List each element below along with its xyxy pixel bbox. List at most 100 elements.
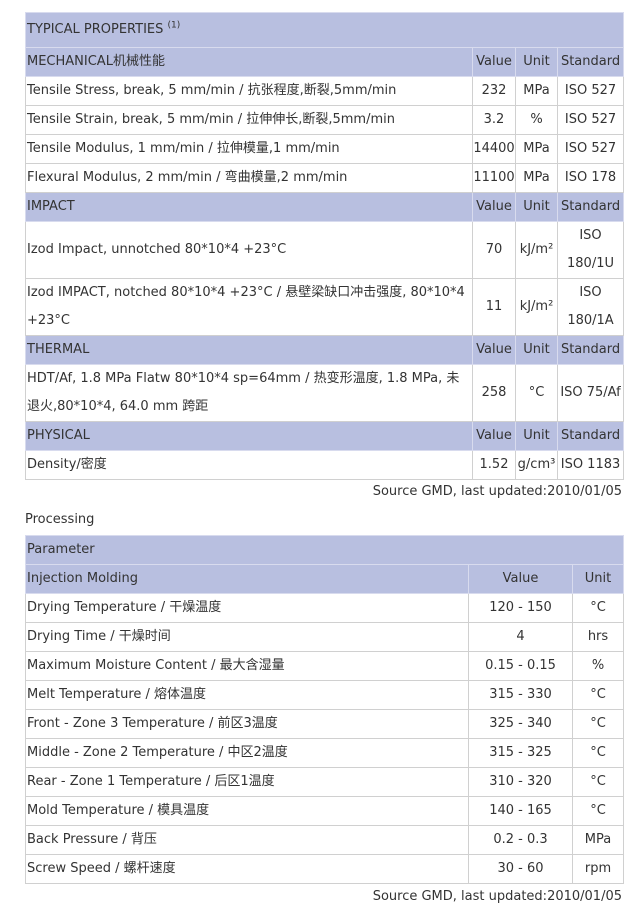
property-unit: MPa: [515, 163, 558, 193]
processing-label-cell: Melt Temperature / 熔体温度: [25, 680, 469, 710]
property-standard: ISO 180/1U: [556, 221, 625, 279]
property-label: Density/密度: [25, 450, 473, 480]
processing-unit: °C: [572, 680, 624, 710]
processing-row: Drying Time / 干燥时间 4 hrs: [25, 622, 624, 652]
col-standard-header: Standard: [556, 192, 625, 222]
processing-label-cell: Maximum Moisture Content / 最大含湿量: [25, 651, 469, 681]
section-header-row: IMPACT Value Unit Standard: [25, 192, 625, 222]
processing-unit: %: [572, 651, 624, 681]
processing-col-unit: Unit: [572, 564, 624, 594]
property-standard: ISO 527: [556, 105, 625, 135]
processing-value: 120 - 150: [468, 593, 573, 623]
processing-value: 0.2 - 0.3: [468, 825, 573, 855]
processing-col-value: Value: [468, 564, 573, 594]
processing-label-cell: Screw Speed / 螺杆速度: [25, 854, 469, 884]
col-unit-header: Unit: [515, 192, 558, 222]
property-row: HDT/Af, 1.8 MPa Flatw 80*10*4 sp=64mm / …: [25, 364, 625, 422]
property-value: 11100: [472, 163, 516, 193]
property-standard: ISO 527: [556, 76, 625, 106]
processing-parameter: Parameter: [25, 535, 624, 565]
property-label: Izod Impact, unnotched 80*10*4 +23°C: [25, 221, 473, 279]
processing-parameter-row: Parameter: [25, 535, 624, 565]
processing-row: Drying Temperature / 干燥温度 120 - 150 °C: [25, 593, 624, 623]
processing-unit: °C: [572, 709, 624, 739]
processing-label-cell: Drying Temperature / 干燥温度: [25, 593, 469, 623]
processing-unit: MPa: [572, 825, 624, 855]
col-value-header: Value: [472, 192, 516, 222]
property-unit: MPa: [515, 134, 558, 164]
properties-title-note: (1): [167, 20, 181, 31]
processing-row: Screw Speed / 螺杆速度 30 - 60 rpm: [25, 854, 624, 884]
processing-group: Injection Molding: [25, 564, 469, 594]
col-standard-header: Standard: [556, 421, 625, 451]
property-label: HDT/Af, 1.8 MPa Flatw 80*10*4 sp=64mm / …: [25, 364, 473, 422]
property-label: Tensile Stress, break, 5 mm/min / 抗张程度,断…: [25, 76, 473, 106]
section-header-row: THERMAL Value Unit Standard: [25, 335, 625, 365]
property-unit: g/cm³: [515, 450, 558, 480]
processing-row: Melt Temperature / 熔体温度 315 - 330 °C: [25, 680, 624, 710]
processing-group-row: Injection Molding Value Unit: [25, 564, 624, 594]
property-value: 14400: [472, 134, 516, 164]
processing-value: 30 - 60: [468, 854, 573, 884]
properties-title-text: TYPICAL PROPERTIES: [27, 22, 164, 37]
col-value-header: Value: [472, 47, 516, 77]
processing-value: 140 - 165: [468, 796, 573, 826]
processing-unit: °C: [572, 796, 624, 826]
property-standard: ISO 178: [556, 163, 625, 193]
property-standard: ISO 75/Af: [556, 364, 625, 422]
properties-source: Source GMD, last updated:2010/01/05: [372, 484, 622, 499]
col-unit-header: Unit: [515, 47, 558, 77]
processing-unit: °C: [572, 738, 624, 768]
processing-unit: °C: [572, 593, 624, 623]
section-name: THERMAL: [25, 335, 473, 365]
processing-value: 315 - 330: [468, 680, 573, 710]
col-value-header: Value: [472, 421, 516, 451]
property-value: 258: [472, 364, 516, 422]
property-standard: ISO 527: [556, 134, 625, 164]
col-standard-header: Standard: [556, 335, 625, 365]
col-unit-header: Unit: [515, 335, 558, 365]
processing-value: 4: [468, 622, 573, 652]
processing-source: Source GMD, last updated:2010/01/05: [372, 889, 622, 904]
processing-label-cell: Drying Time / 干燥时间: [25, 622, 469, 652]
typical-properties-table: TYPICAL PROPERTIES (1) MECHANICAL机械性能 Val…: [24, 12, 625, 480]
property-row: Tensile Stress, break, 5 mm/min / 抗张程度,断…: [25, 76, 625, 106]
section-header-row: MECHANICAL机械性能 Value Unit Standard: [25, 47, 625, 77]
processing-value: 325 - 340: [468, 709, 573, 739]
processing-unit: °C: [572, 767, 624, 797]
processing-value: 310 - 320: [468, 767, 573, 797]
processing-row: Front - Zone 3 Temperature / 前区3温度 325 - …: [25, 709, 624, 739]
property-label: Flexural Modulus, 2 mm/min / 弯曲模量,2 mm/m…: [25, 163, 473, 193]
section-name: IMPACT: [25, 192, 473, 222]
section-name: PHYSICAL: [25, 421, 473, 451]
section-header-row: PHYSICAL Value Unit Standard: [25, 421, 625, 451]
property-value: 1.52: [472, 450, 516, 480]
processing-label-cell: Front - Zone 3 Temperature / 前区3温度: [25, 709, 469, 739]
properties-title-row: TYPICAL PROPERTIES (1): [24, 12, 625, 48]
processing-value: 315 - 325: [468, 738, 573, 768]
processing-label-cell: Middle - Zone 2 Temperature / 中区2温度: [25, 738, 469, 768]
property-row: Izod IMPACT, notched 80*10*4 +23°C / 悬壁梁…: [25, 278, 625, 336]
processing-label-cell: Mold Temperature / 模具温度: [25, 796, 469, 826]
property-unit: kJ/m²: [515, 221, 558, 279]
col-value-header: Value: [472, 335, 516, 365]
property-standard: ISO 180/1A: [556, 278, 625, 336]
property-row: Izod Impact, unnotched 80*10*4 +23°C 70 kJ…: [25, 221, 625, 279]
processing-table: Parameter Injection Molding Value Unit D…: [25, 535, 624, 884]
property-row: Flexural Modulus, 2 mm/min / 弯曲模量,2 mm/m…: [25, 163, 625, 193]
processing-label: Processing: [25, 512, 95, 527]
processing-row: Rear - Zone 1 Temperature / 后区1温度 310 - 3…: [25, 767, 624, 797]
property-unit: kJ/m²: [515, 278, 558, 336]
property-unit: %: [515, 105, 558, 135]
properties-title: TYPICAL PROPERTIES (1): [24, 12, 625, 48]
processing-unit: hrs: [572, 622, 624, 652]
processing-row: Maximum Moisture Content / 最大含湿量 0.15 - 0…: [25, 651, 624, 681]
property-standard: ISO 1183: [556, 450, 625, 480]
property-label: Izod IMPACT, notched 80*10*4 +23°C / 悬壁梁…: [25, 278, 473, 336]
property-row: Tensile Strain, break, 5 mm/min / 拉伸伸长,断…: [25, 105, 625, 135]
processing-row: Back Pressure / 背压 0.2 - 0.3 MPa: [25, 825, 624, 855]
property-row: Tensile Modulus, 1 mm/min / 拉伸模量,1 mm/mi…: [25, 134, 625, 164]
property-value: 3.2: [472, 105, 516, 135]
section-name: MECHANICAL机械性能: [25, 47, 473, 77]
property-row: Density/密度 1.52 g/cm³ ISO 1183: [25, 450, 625, 480]
